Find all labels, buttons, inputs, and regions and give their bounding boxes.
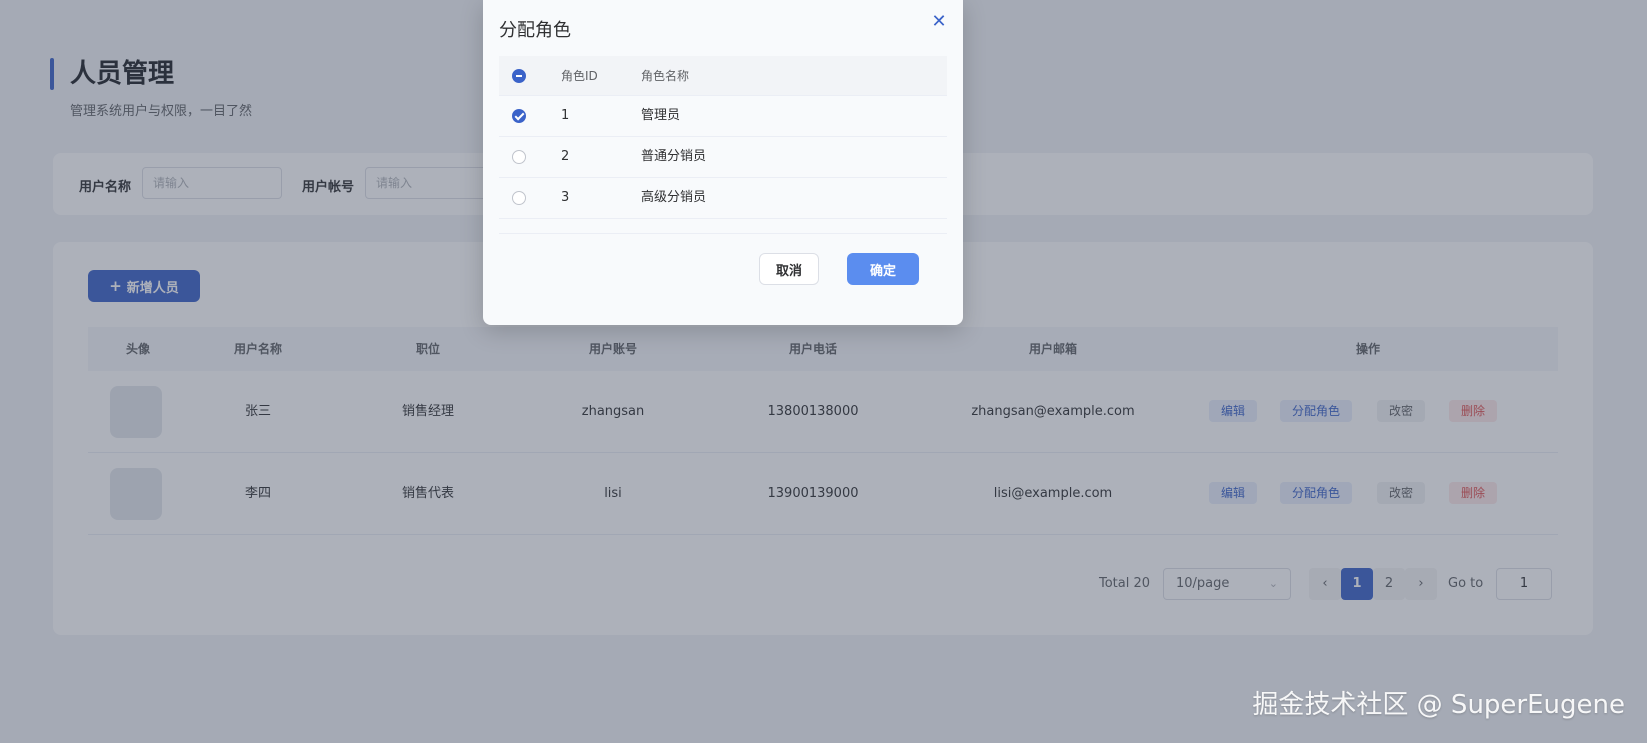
dialog-divider: [499, 233, 947, 234]
role-row: 3 高级分销员: [499, 178, 947, 219]
dialog-title: 分配角色: [499, 20, 571, 41]
role-row: 2 普通分销员: [499, 137, 947, 178]
role-row: 1 管理员: [499, 96, 947, 137]
role-table: 角色ID 角色名称 1 管理员 2 普通分销员 3 高级分销员: [499, 56, 947, 219]
role-name: 管理员: [641, 108, 681, 123]
cancel-button[interactable]: 取消: [759, 253, 819, 285]
select-all-checkbox[interactable]: [512, 69, 526, 83]
role-id: 1: [561, 108, 570, 123]
role-table-header: 角色ID 角色名称: [499, 56, 947, 96]
column-header-role-name: 角色名称: [641, 69, 690, 83]
role-id: 2: [561, 149, 570, 164]
watermark: 掘金技术社区 @ SuperEugene: [1252, 690, 1625, 720]
confirm-button[interactable]: 确定: [847, 253, 919, 285]
role-id: 3: [561, 190, 570, 205]
role-name: 高级分销员: [641, 190, 707, 205]
column-header-role-id: 角色ID: [561, 69, 598, 83]
assign-role-dialog: 分配角色 ✕ 角色ID 角色名称 1 管理员 2 普通分销员 3 高级分销员 取…: [483, 0, 963, 325]
role-checkbox[interactable]: [512, 150, 526, 164]
role-checkbox[interactable]: [512, 109, 526, 123]
close-icon[interactable]: ✕: [931, 13, 947, 31]
role-checkbox[interactable]: [512, 191, 526, 205]
role-name: 普通分销员: [641, 149, 707, 164]
